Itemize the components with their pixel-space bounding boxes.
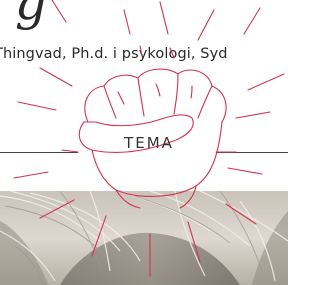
finger-details [117,83,193,105]
divider-left [0,152,78,153]
article-photo [0,191,288,285]
hair-photo-image [0,191,288,285]
article-title-fragment: g [15,0,48,31]
section-label: TEMA [124,134,174,152]
divider-right [216,152,288,153]
author-byline: Thingvad, Ph.d. i psykologi, Syd [0,46,228,62]
